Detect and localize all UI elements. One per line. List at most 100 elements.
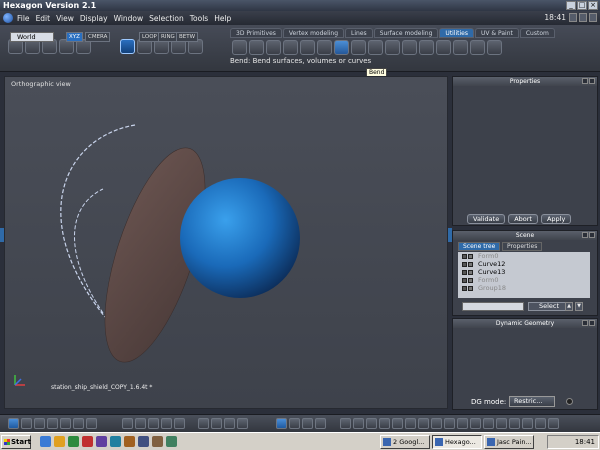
list-item[interactable]: Form0: [458, 252, 590, 260]
shade-12-icon[interactable]: [483, 418, 494, 429]
shade-6-icon[interactable]: [405, 418, 416, 429]
shade-5-icon[interactable]: [392, 418, 403, 429]
xyz-toggle[interactable]: XYZ: [66, 32, 83, 42]
tab-vertex-modeling[interactable]: Vertex modeling: [282, 28, 345, 38]
list-item[interactable]: Form0: [458, 276, 590, 284]
rotate-manip-icon[interactable]: [302, 418, 313, 429]
visibility-icon[interactable]: [462, 253, 467, 259]
minimize-icon[interactable]: _: [566, 1, 576, 10]
shade-11-icon[interactable]: [470, 418, 481, 429]
shade-7-icon[interactable]: [418, 418, 429, 429]
layout-list-icon[interactable]: [86, 418, 97, 429]
camera-toggle[interactable]: CMERA: [85, 32, 111, 42]
tab-uv-paint[interactable]: UV & Paint: [475, 28, 519, 38]
panel-pin-icon[interactable]: [582, 320, 588, 326]
select-filter-input[interactable]: [462, 302, 524, 311]
abort-button[interactable]: Abort: [508, 214, 538, 224]
flag-icon[interactable]: [436, 40, 451, 55]
tab-utilities[interactable]: Utilities: [439, 28, 475, 38]
universal-manip-icon[interactable]: [276, 418, 287, 429]
move-manip-icon[interactable]: [289, 418, 300, 429]
eye-icon[interactable]: [237, 418, 248, 429]
panel-pin-icon[interactable]: [582, 78, 588, 84]
scale-manip-icon[interactable]: [315, 418, 326, 429]
cylinder-icon[interactable]: [453, 40, 468, 55]
shade-1-icon[interactable]: [340, 418, 351, 429]
quicklaunch-misc-icon[interactable]: [124, 436, 135, 447]
mirror-icon[interactable]: [487, 40, 502, 55]
twist-icon[interactable]: [351, 40, 366, 55]
cone-icon[interactable]: [317, 40, 332, 55]
ring-button[interactable]: RING: [158, 32, 178, 42]
menu-tools[interactable]: Tools: [190, 14, 208, 23]
coordinate-space-select[interactable]: World: [10, 32, 54, 42]
quicklaunch-app-icon[interactable]: [68, 436, 79, 447]
list-item[interactable]: Curve13: [458, 268, 590, 276]
validate-button[interactable]: Validate: [467, 214, 506, 224]
bug-icon[interactable]: [161, 418, 172, 429]
cube-icon[interactable]: [249, 40, 264, 55]
menu-display[interactable]: Display: [80, 14, 108, 23]
tab-custom[interactable]: Custom: [519, 28, 555, 38]
inner-close-icon[interactable]: [579, 13, 587, 22]
visibility-icon[interactable]: [462, 269, 467, 275]
layout-grid-icon[interactable]: [73, 418, 84, 429]
sphere-shape[interactable]: [180, 178, 300, 298]
tab-surface-modeling[interactable]: Surface modeling: [373, 28, 439, 38]
loop-button[interactable]: LOOP: [139, 32, 160, 42]
layout-vertical-icon[interactable]: [60, 418, 71, 429]
grid-display-icon[interactable]: [122, 418, 133, 429]
shade-4-icon[interactable]: [379, 418, 390, 429]
shade-13-icon[interactable]: [496, 418, 507, 429]
start-button[interactable]: Start: [1, 435, 31, 449]
layout-split-icon[interactable]: [21, 418, 32, 429]
lattice-icon[interactable]: [402, 40, 417, 55]
shade-8-icon[interactable]: [431, 418, 442, 429]
select-button[interactable]: Select: [528, 302, 571, 311]
shade-14-icon[interactable]: [509, 418, 520, 429]
task-google[interactable]: 2 Googl...: [380, 435, 430, 449]
quicklaunch-extra-icon[interactable]: [138, 436, 149, 447]
dg-toggle[interactable]: [566, 398, 573, 405]
menu-view[interactable]: View: [56, 14, 74, 23]
dg-mode-select[interactable]: Restric...: [509, 396, 555, 407]
bulge-icon[interactable]: [385, 40, 400, 55]
panel-pin-icon[interactable]: [582, 232, 588, 238]
taper-icon[interactable]: [368, 40, 383, 55]
quicklaunch-extra2-icon[interactable]: [152, 436, 163, 447]
quicklaunch-tool-icon[interactable]: [96, 436, 107, 447]
list-item[interactable]: Curve12: [458, 260, 590, 268]
zoom-icon[interactable]: [198, 418, 209, 429]
viewport[interactable]: Orthographic view station_ship_shield_CO…: [4, 76, 448, 409]
shade-15-icon[interactable]: [522, 418, 533, 429]
scroll-down-icon[interactable]: ▼: [575, 302, 583, 311]
layout-single-icon[interactable]: [8, 418, 19, 429]
move-icon[interactable]: [232, 40, 247, 55]
quicklaunch-media-icon[interactable]: [82, 436, 93, 447]
shade-2-icon[interactable]: [353, 418, 364, 429]
bend-icon[interactable]: [334, 40, 349, 55]
between-button[interactable]: BETW: [176, 32, 199, 42]
quicklaunch-desktop-icon[interactable]: [110, 436, 121, 447]
menu-selection[interactable]: Selection: [149, 14, 184, 23]
left-edge-tab[interactable]: [0, 228, 4, 242]
lock-icon[interactable]: [468, 285, 473, 291]
tab-3d-primitives[interactable]: 3D Primitives: [230, 28, 282, 38]
task-jasc-paint[interactable]: Jasc Pain...: [484, 435, 534, 449]
lock-icon[interactable]: [468, 261, 473, 267]
menu-file[interactable]: File: [17, 14, 30, 23]
spherize-icon[interactable]: [419, 40, 434, 55]
visibility-icon[interactable]: [462, 277, 467, 283]
lock-icon[interactable]: [468, 269, 473, 275]
wire-display-icon[interactable]: [148, 418, 159, 429]
lock-icon[interactable]: [468, 253, 473, 259]
array-icon[interactable]: [300, 40, 315, 55]
shade-3-icon[interactable]: [366, 418, 377, 429]
panel-close-icon[interactable]: [589, 232, 595, 238]
close-icon[interactable]: ×: [588, 1, 598, 10]
quicklaunch-folder-icon[interactable]: [54, 436, 65, 447]
pan-icon[interactable]: [135, 418, 146, 429]
frame-icon[interactable]: [224, 418, 235, 429]
shade-9-icon[interactable]: [444, 418, 455, 429]
maximize-icon[interactable]: □: [577, 1, 587, 10]
